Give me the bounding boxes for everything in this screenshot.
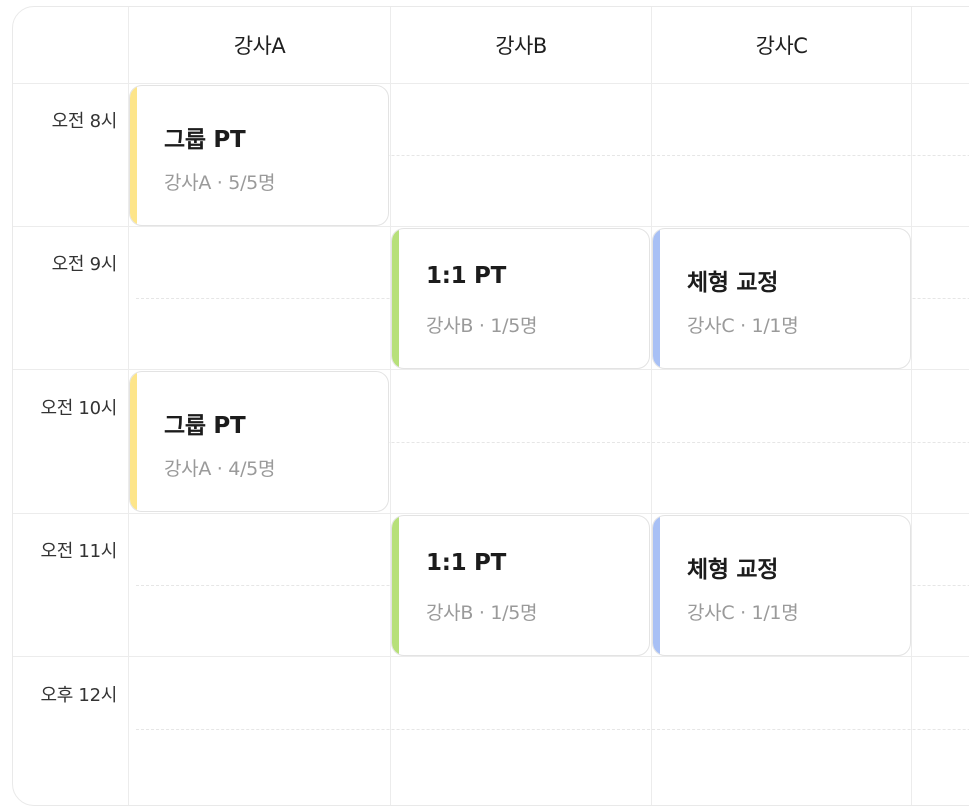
time-label: 오후 12시 [40, 685, 117, 706]
event-title: 그룹 PT [164, 413, 246, 439]
grid-line [651, 7, 652, 805]
event-meta: 강사B · 1/5명 [426, 315, 538, 337]
grid-line [390, 7, 391, 805]
time-label: 오전 9시 [51, 254, 118, 275]
event-meta: 강사C · 1/1명 [687, 602, 799, 624]
time-label: 오전 10시 [40, 398, 117, 419]
column-header-instructor-a: 강사A [129, 7, 390, 83]
grid-line [13, 369, 969, 370]
grid-line [13, 513, 969, 514]
event-color-bar [653, 516, 660, 655]
grid-line [13, 83, 969, 84]
event-meta: 강사A · 4/5명 [164, 458, 276, 480]
schedule-grid: 강사A 강사B 강사C 오전 8시 오전 9시 오전 10시 오전 11시 오후… [12, 6, 969, 806]
event-meta: 강사C · 1/1명 [687, 315, 799, 337]
time-label: 오전 8시 [51, 111, 118, 132]
event-color-bar [130, 86, 137, 225]
event-card[interactable]: 그룹 PT 강사A · 4/5명 [129, 371, 389, 512]
half-hour-line [136, 729, 969, 730]
event-color-bar [130, 372, 137, 511]
event-title: 1:1 PT [426, 263, 506, 289]
event-meta: 강사B · 1/5명 [426, 602, 538, 624]
event-color-bar [392, 229, 399, 368]
event-card[interactable]: 체형 교정 강사C · 1/1명 [652, 515, 911, 656]
event-card[interactable]: 그룹 PT 강사A · 5/5명 [129, 85, 389, 226]
time-label: 오전 11시 [40, 541, 117, 562]
grid-line [13, 226, 969, 227]
instructor-name: 강사B [495, 34, 547, 58]
column-header-instructor-b: 강사B [391, 7, 651, 83]
event-color-bar [653, 229, 660, 368]
grid-line [13, 656, 969, 657]
event-title: 1:1 PT [426, 550, 506, 576]
instructor-name: 강사A [233, 34, 286, 58]
event-card[interactable]: 체형 교정 강사C · 1/1명 [652, 228, 911, 369]
event-title: 그룹 PT [164, 127, 246, 153]
instructor-name: 강사C [755, 34, 808, 58]
event-card[interactable]: 1:1 PT 강사B · 1/5명 [391, 515, 650, 656]
grid-line [911, 7, 912, 805]
event-title: 체형 교정 [687, 270, 779, 296]
column-header-instructor-c: 강사C [652, 7, 911, 83]
event-color-bar [392, 516, 399, 655]
event-title: 체형 교정 [687, 557, 779, 583]
event-card[interactable]: 1:1 PT 강사B · 1/5명 [391, 228, 650, 369]
event-meta: 강사A · 5/5명 [164, 172, 276, 194]
